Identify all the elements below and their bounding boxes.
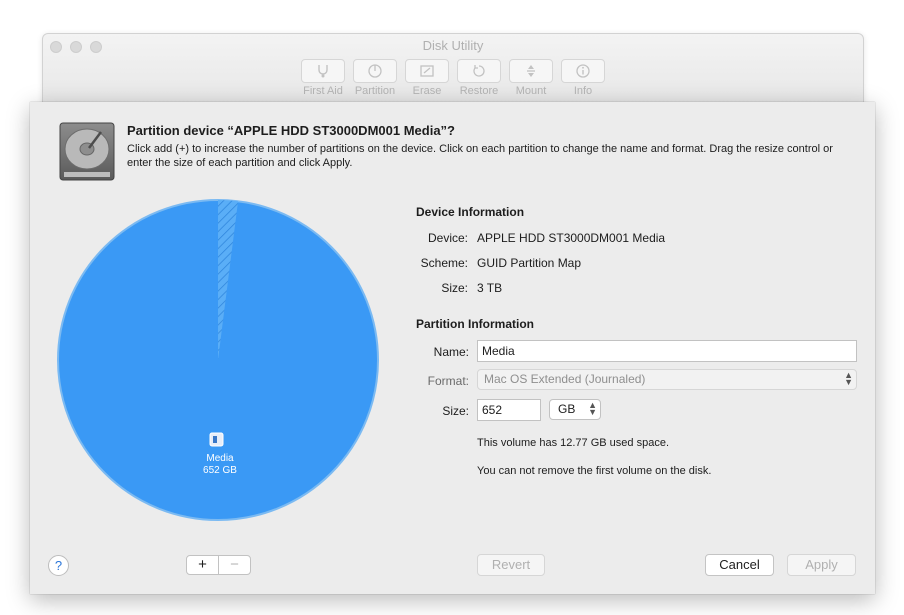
format-label: Format: xyxy=(427,374,469,388)
format-select[interactable]: Mac OS Extended (Journaled) ▲ ▼ xyxy=(477,369,857,390)
chevron-updown-icon: ▲ ▼ xyxy=(844,370,853,387)
info-label: Info xyxy=(573,85,593,97)
size-unit-popup[interactable]: GB ▲ ▼ xyxy=(549,399,601,420)
device-size-label: Size: xyxy=(441,281,468,295)
partition-label: Partition xyxy=(354,85,396,97)
add-partition-button[interactable]: + xyxy=(186,555,219,575)
size-label: Size: xyxy=(442,404,469,418)
size-unit-value: GB xyxy=(558,402,576,416)
stethoscope-icon xyxy=(318,65,328,78)
erase-icon xyxy=(420,65,434,77)
erase-button[interactable] xyxy=(405,59,449,83)
partition-sheet: Partition device “APPLE HDD ST3000DM001 … xyxy=(30,102,875,594)
device-info-heading: Device Information xyxy=(416,205,525,219)
info-button[interactable] xyxy=(561,59,605,83)
name-field[interactable]: Media xyxy=(477,340,857,362)
remove-volume-note: You can not remove the first volume on t… xyxy=(477,465,712,477)
format-value: Mac OS Extended (Journaled) xyxy=(484,372,646,386)
partition-icon xyxy=(368,64,382,78)
chevron-updown-icon: ▲ ▼ xyxy=(588,400,597,417)
erase-label: Erase xyxy=(412,85,442,97)
partition-name-label: Media xyxy=(206,453,234,464)
hard-drive-icon xyxy=(59,122,115,181)
help-button[interactable]: ? xyxy=(48,555,69,576)
mount-label: Mount xyxy=(515,85,547,97)
mount-icon xyxy=(527,65,535,77)
used-space-note: This volume has 12.77 GB used space. xyxy=(477,437,669,449)
restore-label: Restore xyxy=(459,85,499,97)
partition-info-heading: Partition Information xyxy=(416,317,534,331)
restore-icon xyxy=(473,65,485,77)
media-volume-icon xyxy=(209,432,224,447)
mount-button[interactable] xyxy=(509,59,553,83)
scheme-value: GUID Partition Map xyxy=(477,256,582,270)
apply-button[interactable]: Apply xyxy=(787,554,856,576)
partition-size-label: 652 GB xyxy=(203,465,237,476)
revert-button[interactable]: Revert xyxy=(477,554,545,576)
info-icon xyxy=(576,64,590,78)
sheet-description: Click add (+) to increase the number of … xyxy=(127,143,833,169)
device-label: Device: xyxy=(427,231,468,245)
first-aid-label: First Aid xyxy=(303,85,343,97)
size-field[interactable]: 652 xyxy=(477,399,541,421)
partition-button[interactable] xyxy=(353,59,397,83)
window-title: Disk Utility xyxy=(422,38,484,53)
device-value: APPLE HDD ST3000DM001 Media xyxy=(477,231,666,245)
name-label: Name: xyxy=(433,345,469,359)
cancel-button[interactable]: Cancel xyxy=(705,554,774,576)
scheme-label: Scheme: xyxy=(420,256,468,270)
sheet-title: Partition device “APPLE HDD ST3000DM001 … xyxy=(127,123,455,138)
restore-button[interactable] xyxy=(457,59,501,83)
first-aid-button[interactable] xyxy=(301,59,345,83)
device-size-value: 3 TB xyxy=(477,281,503,295)
remove-partition-button[interactable]: − xyxy=(218,555,251,575)
